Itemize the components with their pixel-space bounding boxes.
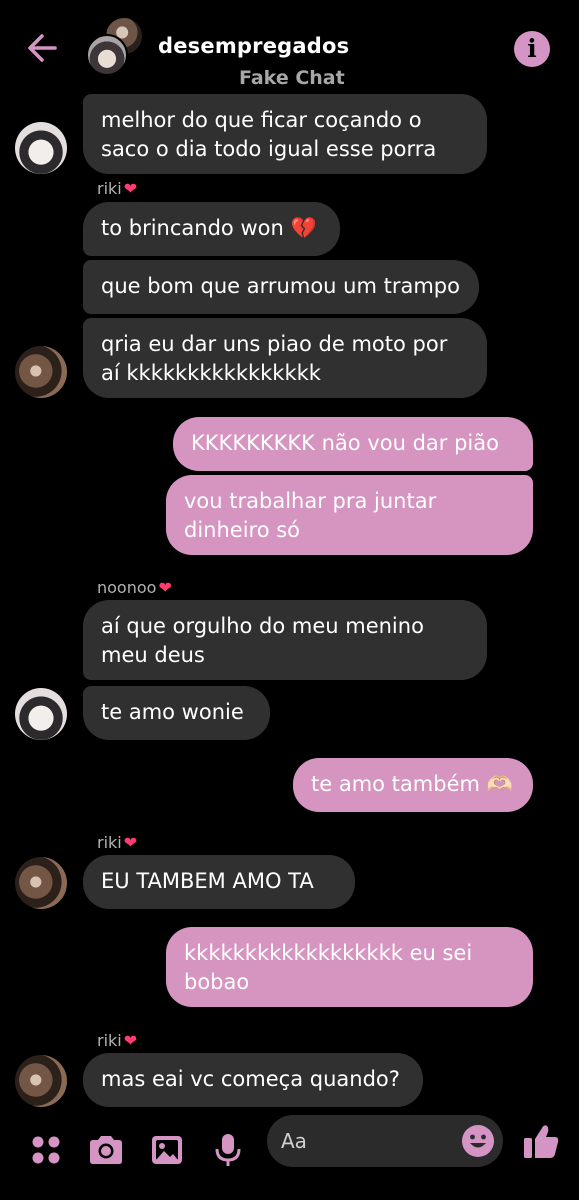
message-bubble-outgoing[interactable]: KKKKKKKKK não vou dar pião: [173, 417, 533, 471]
heart-icon: ❤: [123, 179, 138, 198]
message-bubble-outgoing[interactable]: te amo também 🫶🏻: [293, 758, 533, 812]
message-bubble-incoming[interactable]: te amo wonie: [83, 686, 270, 740]
message-bubble-incoming[interactable]: mas eai vc começa quando?: [83, 1053, 423, 1107]
message-input[interactable]: Aa: [267, 1115, 503, 1167]
chat-header: desempregados Fake Chat i: [0, 0, 579, 92]
chat-title[interactable]: desempregados: [158, 34, 349, 58]
member-avatar: [86, 34, 128, 76]
message-bubble-outgoing[interactable]: kkkkkkkkkkkkkkkkkk eu sei bobao: [166, 927, 533, 1007]
emoji-icon[interactable]: [461, 1124, 495, 1158]
info-icon[interactable]: i: [514, 31, 550, 67]
message-bubble-incoming[interactable]: que bom que arrumou um trampo: [83, 260, 479, 314]
message-bubble-outgoing[interactable]: vou trabalhar pra juntar dinheiro só: [166, 475, 533, 555]
heart-icon: ❤: [123, 833, 138, 852]
sender-name: riki ❤: [97, 833, 138, 852]
avatar-riki[interactable]: [15, 1055, 67, 1107]
message-input-placeholder: Aa: [281, 1129, 307, 1153]
thumbs-up-icon[interactable]: [520, 1120, 562, 1162]
message-bubble-incoming[interactable]: to brincando won 💔: [83, 202, 340, 256]
chat-subtitle: Fake Chat: [239, 67, 345, 89]
message-bubble-incoming[interactable]: melhor do que ficar coçando o saco o dia…: [83, 94, 487, 174]
heart-icon: ❤: [123, 1031, 138, 1050]
arrow-left-icon[interactable]: [22, 28, 62, 68]
gallery-icon[interactable]: [147, 1130, 187, 1170]
avatar-riki[interactable]: [15, 857, 67, 909]
sender-name: noonoo ❤: [97, 578, 172, 597]
avatar-riki[interactable]: [15, 346, 67, 398]
camera-icon[interactable]: [86, 1130, 126, 1170]
microphone-icon[interactable]: [208, 1130, 248, 1170]
sender-name: riki ❤: [97, 1031, 138, 1050]
heart-icon: ❤: [158, 578, 172, 597]
message-bubble-incoming[interactable]: qria eu dar uns piao de moto por aí kkkk…: [83, 318, 487, 398]
menu-dots-icon[interactable]: [26, 1130, 66, 1170]
group-avatar[interactable]: [86, 14, 146, 76]
avatar-won[interactable]: [15, 688, 67, 740]
message-bubble-incoming[interactable]: EU TAMBEM AMO TA: [83, 855, 355, 909]
message-bubble-incoming[interactable]: aí que orgulho do meu menino meu deus: [83, 600, 487, 680]
sender-name: riki ❤: [97, 179, 138, 198]
avatar-won[interactable]: [15, 122, 67, 174]
